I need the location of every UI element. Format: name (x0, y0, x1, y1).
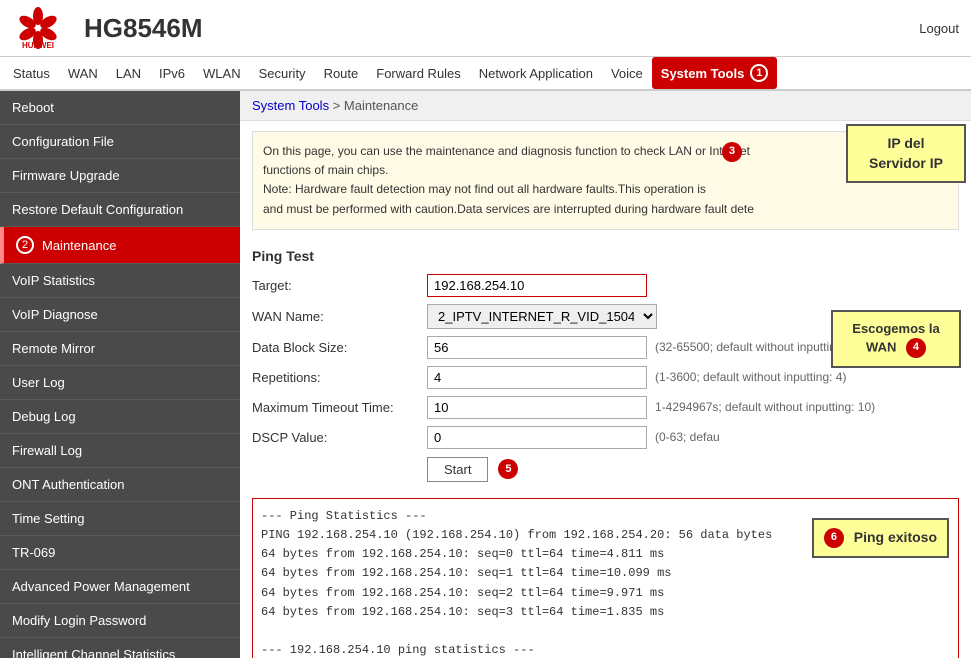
breadcrumb: System Tools > Maintenance (240, 91, 971, 121)
sidebar-item-ont-authentication[interactable]: ONT Authentication (0, 468, 240, 502)
main-layout: Reboot Configuration File Firmware Upgra… (0, 91, 971, 658)
sidebar-item-modify-login[interactable]: Modify Login Password (0, 604, 240, 638)
nav-item-wlan[interactable]: WLAN (194, 59, 250, 88)
nav-item-wan[interactable]: WAN (59, 59, 107, 88)
info-box: 3 On this page, you can use the maintena… (252, 131, 959, 230)
logo-area: HUAWEI (12, 6, 64, 50)
nav-item-security[interactable]: Security (250, 59, 315, 88)
info-line3: Note: Hardware fault detection may not f… (263, 180, 948, 199)
sidebar-item-configuration-file[interactable]: Configuration File (0, 125, 240, 159)
info-line4: and must be performed with caution.Data … (263, 200, 948, 219)
target-input[interactable] (427, 274, 647, 297)
dscp-label: DSCP Value: (252, 430, 427, 445)
wan-select[interactable]: 2_IPTV_INTERNET_R_VID_1504 (427, 304, 657, 329)
ping-test-section: Ping Test Target: WAN Name: 2_IPTV_INTER… (240, 240, 971, 490)
nav-item-route[interactable]: Route (315, 59, 368, 88)
ping-test-title: Ping Test (252, 248, 959, 264)
dscp-input[interactable] (427, 426, 647, 449)
logout-button[interactable]: Logout (919, 21, 959, 36)
info-badge-3: 3 (722, 142, 742, 162)
sidebar: Reboot Configuration File Firmware Upgra… (0, 91, 240, 658)
start-button[interactable]: Start (427, 457, 488, 482)
svg-text:HUAWEI: HUAWEI (22, 41, 54, 50)
form-row-wan: WAN Name: 2_IPTV_INTERNET_R_VID_1504 Esc… (252, 304, 959, 329)
nav-item-network-application[interactable]: Network Application (470, 59, 602, 88)
timeout-input[interactable] (427, 396, 647, 419)
ping-output-wrapper: --- Ping Statistics --- PING 192.168.254… (252, 498, 959, 658)
nav-item-voice[interactable]: Voice (602, 59, 652, 88)
sidebar-item-restore-default[interactable]: Restore Default Configuration (0, 193, 240, 227)
sidebar-item-firmware-upgrade[interactable]: Firmware Upgrade (0, 159, 240, 193)
nav-badge-1: 1 (750, 64, 768, 82)
nav-item-status[interactable]: Status (4, 59, 59, 88)
header: HUAWEI HG8546M Logout (0, 0, 971, 57)
badge-6: 6 (824, 528, 844, 548)
annotation-ip-server: IP delServidor IP (846, 124, 966, 183)
huawei-logo-icon: HUAWEI (12, 6, 64, 50)
breadcrumb-separator: > (333, 98, 344, 113)
content-area: System Tools > Maintenance 3 On this pag… (240, 91, 971, 658)
sidebar-item-maintenance[interactable]: 2 Maintenance (0, 227, 240, 264)
form-row-dscp: DSCP Value: (0-63; defau (252, 426, 959, 449)
ping-line-5: 64 bytes from 192.168.254.10: seq=3 ttl=… (261, 603, 950, 622)
ping-line-4: 64 bytes from 192.168.254.10: seq=2 ttl=… (261, 584, 950, 603)
datablock-label: Data Block Size: (252, 340, 427, 355)
sidebar-item-remote-mirror[interactable]: Remote Mirror (0, 332, 240, 366)
sidebar-badge-2: 2 (16, 236, 34, 254)
sidebar-item-time-setting[interactable]: Time Setting (0, 502, 240, 536)
ping-line-3: 64 bytes from 192.168.254.10: seq=1 ttl=… (261, 564, 950, 583)
dscp-hint: (0-63; defau (655, 430, 720, 444)
sidebar-item-voip-diagnose[interactable]: VoIP Diagnose (0, 298, 240, 332)
sidebar-item-user-log[interactable]: User Log (0, 366, 240, 400)
annotation-ping-exitoso: 6 Ping exitoso (812, 518, 949, 558)
nav-item-lan[interactable]: LAN (107, 59, 150, 88)
model-title: HG8546M (84, 13, 919, 44)
sidebar-item-advanced-power[interactable]: Advanced Power Management (0, 570, 240, 604)
target-label: Target: (252, 278, 427, 293)
annotation-wan: Escogemos laWAN 4 (831, 310, 961, 368)
repetitions-label: Repetitions: (252, 370, 427, 385)
ping-line-blank (261, 622, 950, 641)
nav-bar: Status WAN LAN IPv6 WLAN Security Route … (0, 57, 971, 91)
ping-line-6: --- 192.168.254.10 ping statistics --- (261, 641, 950, 658)
sidebar-item-reboot[interactable]: Reboot (0, 91, 240, 125)
form-row-timeout: Maximum Timeout Time: 1-4294967s; defaul… (252, 396, 959, 419)
timeout-label: Maximum Timeout Time: (252, 400, 427, 415)
sidebar-item-debug-log[interactable]: Debug Log (0, 400, 240, 434)
breadcrumb-parent[interactable]: System Tools (252, 98, 329, 113)
sidebar-item-voip-statistics[interactable]: VoIP Statistics (0, 264, 240, 298)
sidebar-item-intelligent-channel[interactable]: Intelligent Channel Statistics (0, 638, 240, 658)
datablock-input[interactable] (427, 336, 647, 359)
start-btn-row: Start 5 (427, 457, 959, 482)
breadcrumb-current: Maintenance (344, 98, 418, 113)
repetitions-input[interactable] (427, 366, 647, 389)
badge-4: 4 (906, 338, 926, 358)
sidebar-item-firewall-log[interactable]: Firewall Log (0, 434, 240, 468)
sidebar-item-tr069[interactable]: TR-069 (0, 536, 240, 570)
timeout-hint: 1-4294967s; default without inputting: 1… (655, 400, 875, 414)
badge-5: 5 (498, 459, 518, 479)
nav-item-system-tools[interactable]: System Tools 1 (652, 57, 778, 89)
repetitions-hint: (1-3600; default without inputting: 4) (655, 370, 846, 384)
nav-item-forward-rules[interactable]: Forward Rules (367, 59, 470, 88)
form-row-repetitions: Repetitions: (1-3600; default without in… (252, 366, 959, 389)
nav-item-ipv6[interactable]: IPv6 (150, 59, 194, 88)
form-row-target: Target: (252, 274, 959, 297)
wan-label: WAN Name: (252, 309, 427, 324)
